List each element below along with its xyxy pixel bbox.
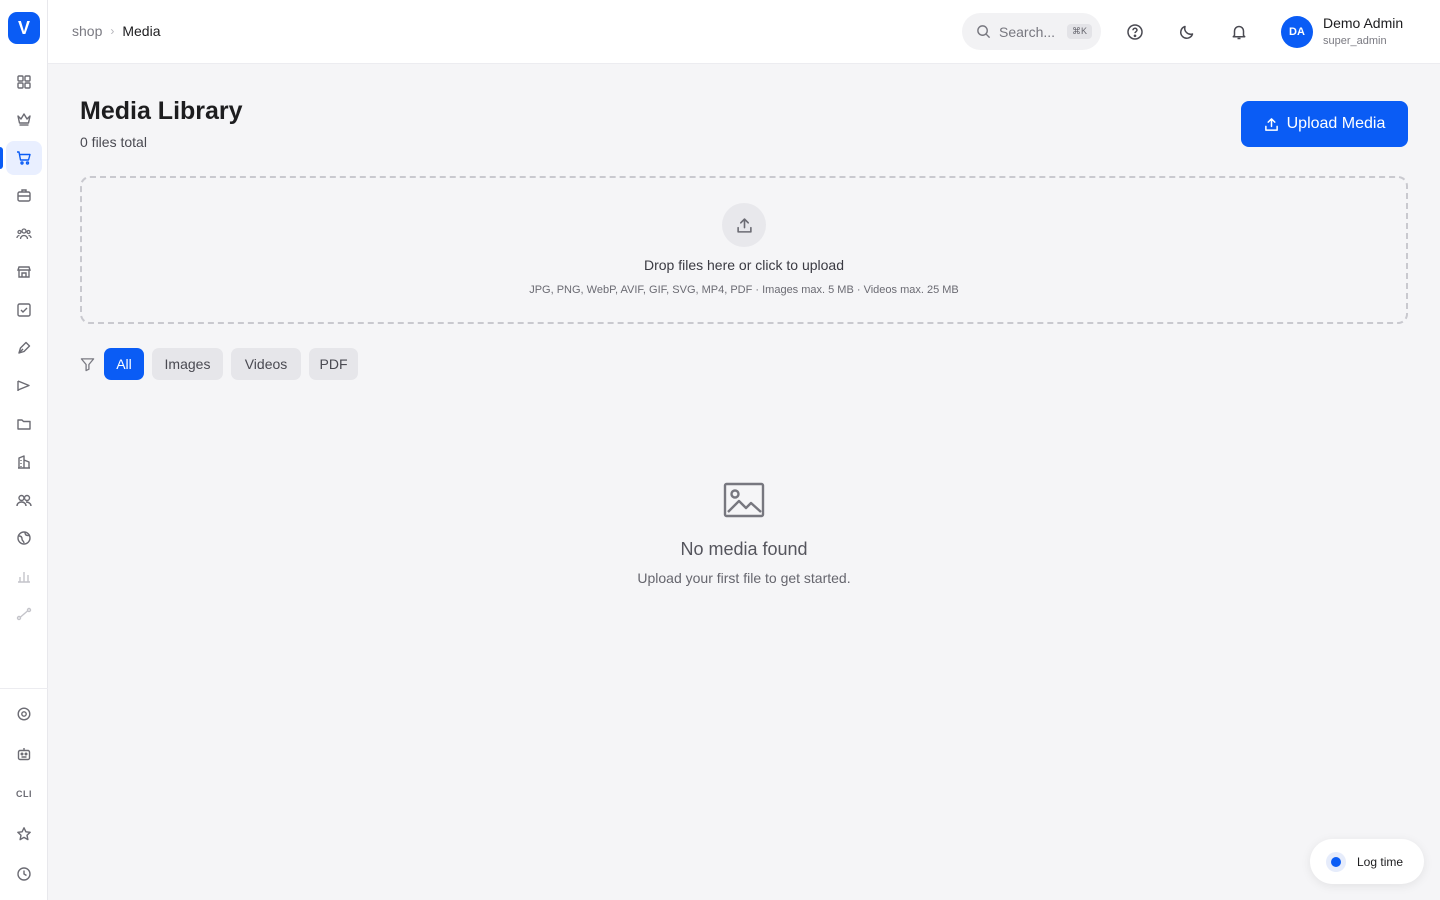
sidebar-item-favorites[interactable] [6, 817, 42, 851]
cart-icon [17, 151, 31, 165]
moon-icon [1180, 25, 1194, 39]
timer-icon [1326, 851, 1346, 872]
upload-media-label: Upload Media [1286, 115, 1386, 132]
image-placeholder-icon [722, 480, 766, 520]
search-shortcut: ⌘K [1067, 24, 1093, 39]
settings-icon [17, 707, 31, 721]
log-time-label: Log time [1357, 854, 1404, 869]
bell-icon [1232, 25, 1246, 40]
empty-state-title: No media found [680, 539, 808, 559]
filter-chip-videos[interactable]: Videos [231, 348, 301, 380]
sidebar-item-marketing[interactable] [6, 369, 42, 403]
sidebar-item-shop[interactable] [6, 141, 42, 175]
checklist-icon [17, 303, 31, 317]
search-icon [977, 25, 991, 39]
help-button[interactable] [1124, 21, 1146, 43]
sidebar-item-routes[interactable] [6, 597, 42, 631]
filter-chip-pdf[interactable]: PDF [309, 348, 358, 380]
chevron-right-icon: › [110, 24, 115, 38]
avatar[interactable]: DA [1281, 16, 1313, 48]
crown-icon [17, 113, 31, 126]
sidebar-item-store[interactable] [6, 255, 42, 289]
folder-icon [17, 419, 31, 430]
users-icon [16, 494, 32, 507]
log-time-button[interactable]: Log time [1310, 839, 1424, 884]
dropzone-hint: JPG, PNG, WebP, AVIF, GIF, SVG, MP4, PDF… [529, 284, 959, 296]
breadcrumb-current: Media [122, 23, 161, 39]
theme-toggle-button[interactable] [1176, 21, 1198, 43]
building-icon [18, 455, 30, 469]
filter-icon [80, 357, 96, 373]
sidebar-item-crown[interactable] [6, 102, 42, 136]
sidebar-item-ai[interactable] [6, 737, 42, 771]
empty-state-subtitle: Upload your first file to get started. [637, 570, 851, 586]
upload-dropzone[interactable]: Drop files here or click to upload JPG, … [80, 176, 1408, 324]
sidebar-item-cli[interactable]: CLI [6, 777, 42, 811]
sidebar-item-dashboard[interactable] [6, 65, 42, 99]
upload-icon [736, 217, 752, 233]
search-input[interactable]: Search... ⌘K [962, 13, 1101, 50]
user-role: super_admin [1323, 35, 1387, 47]
upload-icon [1264, 117, 1278, 131]
filter-chip-all[interactable]: All [104, 348, 144, 380]
user-name[interactable]: Demo Admin [1323, 15, 1403, 31]
page-title: Media Library [80, 97, 243, 125]
sidebar-item-content[interactable] [6, 331, 42, 365]
breadcrumb: shop › Media [72, 23, 161, 39]
briefcase-icon [17, 189, 31, 202]
team-icon [16, 228, 32, 240]
filter-chip-images[interactable]: Images [152, 348, 223, 380]
sidebar-item-company[interactable] [6, 445, 42, 479]
help-icon [1127, 24, 1143, 40]
upload-media-button[interactable]: Upload Media [1241, 101, 1408, 147]
dropzone-title: Drop files here or click to upload [644, 257, 844, 273]
cli-icon: CLI [16, 789, 32, 799]
sidebar-item-files[interactable] [6, 407, 42, 441]
search-placeholder: Search... [999, 23, 1056, 40]
sidebar-item-settings[interactable] [6, 697, 42, 731]
store-icon [17, 266, 31, 278]
star-icon [17, 827, 31, 841]
sidebar-item-users[interactable] [6, 483, 42, 517]
breadcrumb-shop[interactable]: shop [72, 23, 102, 39]
route-icon [16, 607, 32, 621]
sidebar-item-history[interactable] [6, 857, 42, 891]
clock-icon [17, 867, 31, 881]
notifications-button[interactable] [1228, 21, 1250, 43]
pen-icon [18, 341, 31, 354]
sidebar-item-tasks[interactable] [6, 293, 42, 327]
dashboard-icon [17, 75, 31, 89]
dropzone-upload-icon-circle [722, 203, 766, 247]
sidebar: V CLI [0, 0, 48, 900]
file-count: 0 files total [80, 134, 147, 150]
sidebar-divider [0, 688, 48, 689]
app-logo[interactable]: V [8, 12, 40, 44]
active-indicator [0, 147, 3, 169]
top-header: shop › Media Search... ⌘K DA Demo Admin … [48, 0, 1440, 64]
megaphone-icon [17, 380, 30, 391]
sidebar-item-briefcase[interactable] [6, 178, 42, 212]
sidebar-item-team[interactable] [6, 217, 42, 251]
robot-icon [17, 748, 31, 761]
